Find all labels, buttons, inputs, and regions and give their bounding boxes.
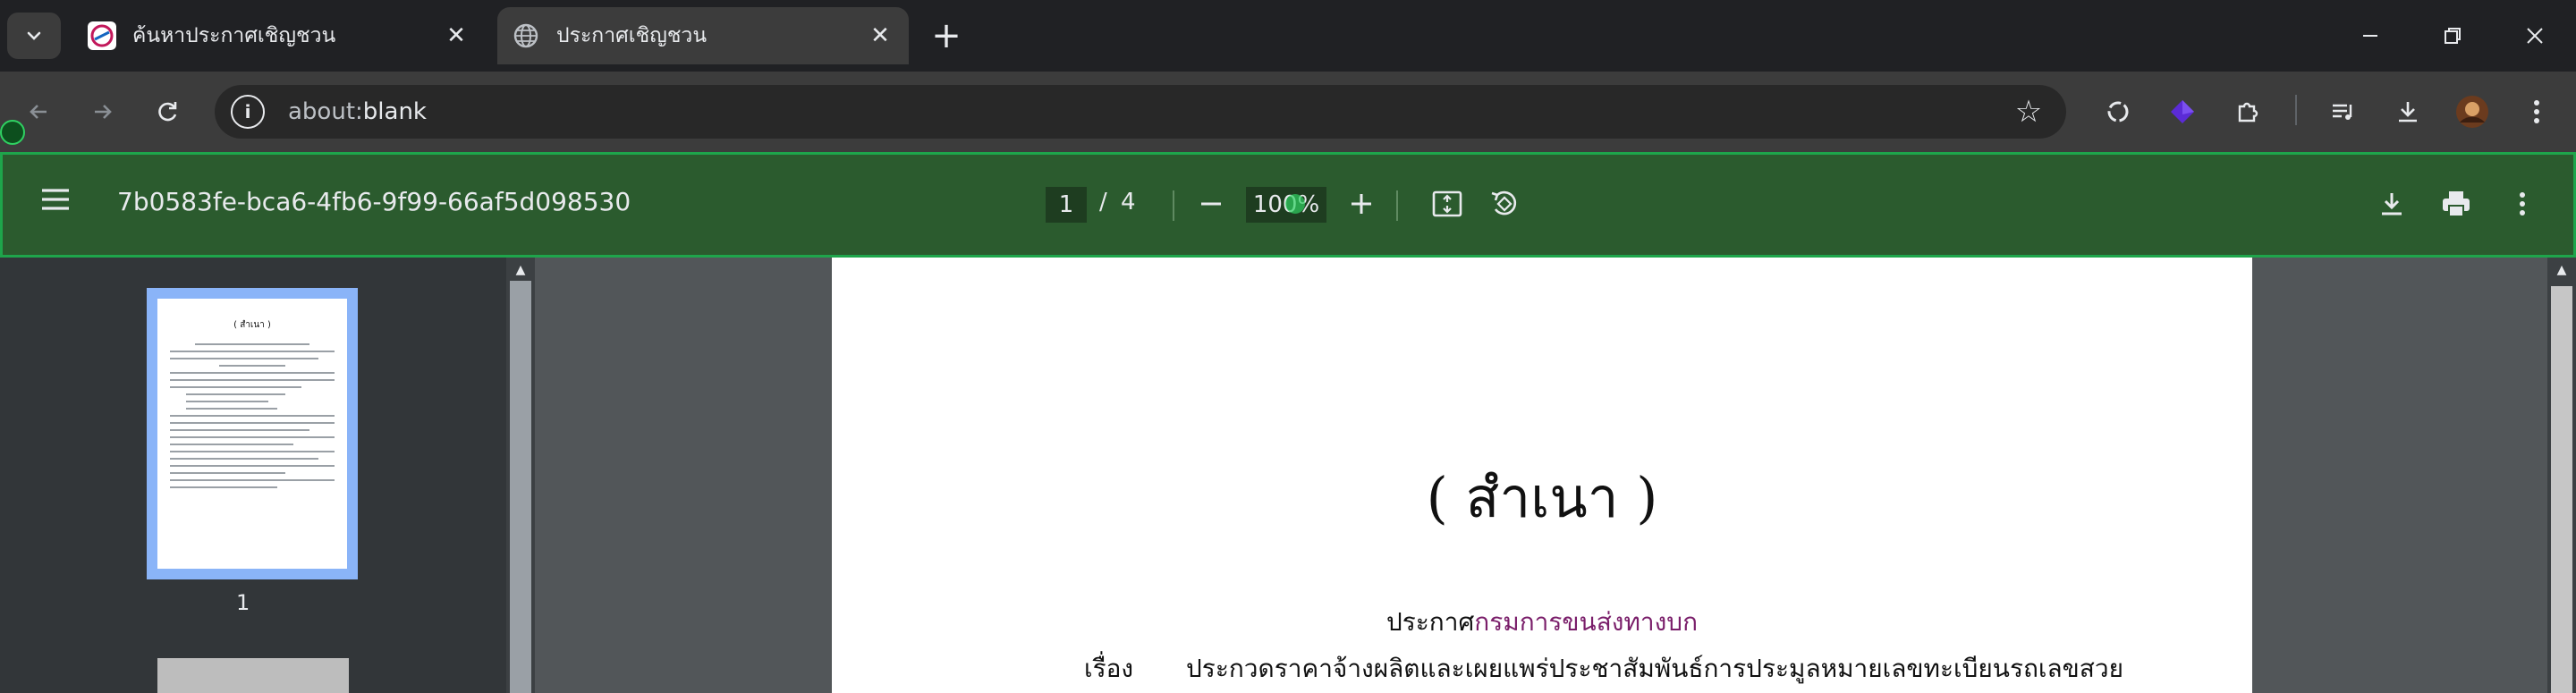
print-button[interactable] [2432,180,2480,228]
zoom-out-button[interactable] [1187,180,1235,228]
close-window-button[interactable] [2503,11,2567,61]
page-number-input[interactable]: 1 [1046,187,1087,223]
fit-to-page-button[interactable] [1423,180,1471,228]
document-scrollbar[interactable]: ▲ [2547,258,2576,693]
plus-icon [1352,194,1371,214]
downloads-icon[interactable] [2383,88,2433,136]
close-icon [2527,28,2543,44]
announcement-line: ประกาศกรมการขนส่งทางบก [832,603,2252,642]
reload-button[interactable] [143,88,191,136]
restore-window-button[interactable] [2420,11,2485,61]
scroll-up-icon[interactable]: ▲ [2551,263,2572,277]
tab-title: ค้นหาประกาศเชิญชวน [132,24,336,47]
pdf-toolbar-divider [1396,190,1398,221]
toolbar-divider [2295,95,2297,125]
menu-icon[interactable] [38,182,78,221]
browser-menu-icon[interactable] [2512,88,2562,136]
extension-active-icon [0,120,25,145]
subject-text: ประกวดราคาจ้างผลิตและเผยแพร่ประชาสัมพันธ… [1186,654,2124,683]
total-pages: 4 [1121,189,1136,216]
sidebar-scrollbar[interactable]: ▲ [506,258,535,693]
announce-prefix: ประกาศ [1385,607,1475,637]
pdf-more-options-icon[interactable] [2498,180,2546,228]
print-icon [2443,191,2470,217]
reload-icon [158,102,177,122]
page-thumbnail-1[interactable]: ( สำเนา ) [147,288,358,579]
arrow-left-icon [30,105,47,119]
tab-search-button[interactable] [7,13,61,59]
extension-cube-icon[interactable] [2157,88,2207,136]
scroll-up-icon[interactable]: ▲ [510,263,531,277]
thumbnail-preview: ( สำเนา ) [157,299,347,569]
thumbnail-page-number: 1 [236,590,250,615]
download-pdf-button[interactable] [2368,180,2416,228]
forward-button[interactable] [79,88,127,136]
extension-sync-icon[interactable] [2093,88,2143,136]
minimize-window-button[interactable] [2338,11,2402,61]
extensions-puzzle-icon[interactable] [2222,88,2272,136]
chevron-down-icon [27,31,41,40]
minimize-icon [2363,35,2377,37]
tab-announcement[interactable]: ประกาศเชิญชวน ✕ [497,7,909,64]
tab-search-announcements[interactable]: ค้นหาประกาศเชิญชวน ✕ [73,7,485,64]
address-bar[interactable]: i about:blank ☆ [215,85,2066,139]
cursor-indicator [1285,194,1305,214]
new-tab-button[interactable]: + [927,15,966,56]
page-thumbnail-2[interactable] [157,658,349,693]
thumbnail-title: ( สำเนา ) [233,320,271,330]
announce-organization: กรมการขนส่งทางบก [1474,607,1699,637]
tab-strip: ค้นหาประกาศเชิญชวน ✕ ประกาศเชิญชวน ✕ + [0,0,2576,72]
minus-icon [1201,202,1221,206]
page-separator: / [1099,189,1107,216]
rotate-icon [1491,190,1517,216]
site-favicon-icon [88,21,116,50]
pdf-toolbar: 7b0583fe-bca6-4fb6-9f99-66af5d098530 1 /… [0,152,2576,258]
globe-icon [512,21,540,50]
arrow-right-icon [95,105,112,119]
fit-page-icon [1432,190,1462,217]
browser-toolbar: i about:blank ☆ [0,72,2576,152]
media-queue-icon[interactable] [2318,88,2368,136]
thumbnail-text-lines [170,343,335,560]
bookmark-star-icon[interactable]: ☆ [2011,94,2046,130]
scrollbar-thumb[interactable] [510,281,531,693]
pdf-file-name: 7b0583fe-bca6-4fb6-9f99-66af5d098530 [117,187,631,216]
close-tab-icon[interactable]: ✕ [438,18,474,54]
download-icon [2382,193,2402,216]
profile-avatar[interactable] [2447,88,2497,136]
zoom-in-button[interactable] [1337,180,1385,228]
rotate-button[interactable] [1480,180,1529,228]
restore-icon [2445,28,2461,44]
close-tab-icon[interactable]: ✕ [862,18,898,54]
pdf-page: ( สำเนา ) ประกาศกรมการขนส่งทางบก เรื่อง … [832,258,2252,693]
tab-title: ประกาศเชิญชวน [556,24,708,47]
scrollbar-thumb[interactable] [2551,286,2572,693]
browser-window: ค้นหาประกาศเชิญชวน ✕ ประกาศเชิญชวน ✕ + i… [0,0,2576,693]
url-text[interactable]: about:blank [288,98,427,125]
subject-label: เรื่อง [1084,654,1134,683]
document-heading: ( สำเนา ) [1426,465,1658,530]
pdf-toolbar-divider [1173,190,1174,221]
site-info-icon[interactable]: i [231,95,265,129]
